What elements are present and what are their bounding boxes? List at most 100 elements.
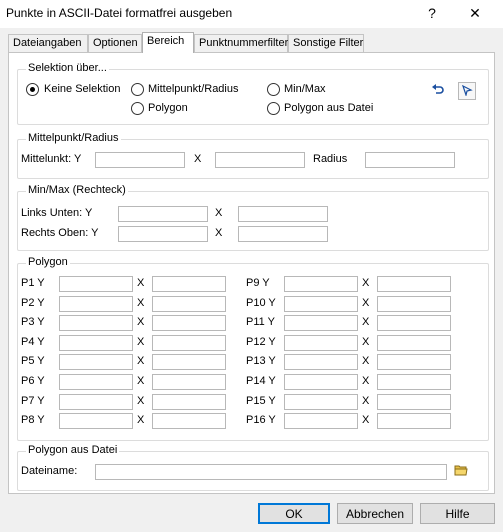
rechts-oben-label: Rechts Oben: Y (21, 227, 99, 239)
polygon-point-y-input[interactable] (59, 413, 133, 430)
polygon-point-x-input[interactable] (152, 374, 226, 390)
polygon-point-x-input[interactable] (377, 413, 451, 430)
polygon-point-x-label: X (362, 375, 370, 387)
polygon-point-label: P10 Y (246, 296, 276, 309)
label-mittelpunkt-radius: Mittelpunkt/Radius (148, 83, 239, 95)
tab-sonstige-filter[interactable]: Sonstige Filter (288, 34, 364, 52)
rechts-oben-x-label: X (215, 227, 223, 239)
polygon-point-y-input[interactable] (284, 374, 358, 390)
mittelpunkt-x-label: X (194, 153, 202, 165)
mittelpunkt-y-input[interactable] (95, 152, 185, 168)
tab-optionen[interactable]: Optionen (88, 34, 142, 52)
polygon-point-y-input[interactable] (59, 393, 133, 410)
title-bar: Punkte in ASCII-Datei formatfrei ausgebe… (0, 0, 503, 28)
polygon-point-x-input[interactable] (377, 354, 451, 371)
select-cursor-icon[interactable] (458, 82, 476, 100)
links-unten-label: Links Unten: Y (21, 207, 93, 219)
dateiname-label: Dateiname: (21, 465, 78, 477)
polygon-point-x-input[interactable] (152, 295, 226, 312)
polygon-datei-legend: Polygon aus Datei (26, 444, 120, 456)
links-unten-x-label: X (215, 207, 223, 219)
rechts-oben-y-input[interactable] (118, 226, 208, 242)
polygon-point-label: P2 Y (21, 296, 45, 309)
polygon-point-x-input[interactable] (152, 354, 226, 371)
group-polygon: Polygon P1 Y X P2 Y X P3 Y X P4 Y X P5 Y X P6 Y X P7… (17, 256, 489, 441)
polygon-point-x-input[interactable] (377, 315, 451, 332)
close-button[interactable]: ✕ (460, 2, 490, 24)
radio-polygon[interactable] (131, 102, 144, 115)
label-keine-selektion: Keine Selektion (44, 83, 121, 95)
polygon-point-x-label: X (137, 355, 145, 368)
radio-mittelpunkt-radius[interactable] (131, 83, 144, 96)
polygon-point-label: P9 Y (246, 277, 270, 289)
polygon-point-y-input[interactable] (284, 354, 358, 371)
polygon-point-x-input[interactable] (377, 393, 451, 410)
polygon-point-label: P16 Y (246, 414, 276, 427)
polygon-point-label: P5 Y (21, 355, 45, 368)
polygon-point-x-label: X (137, 414, 145, 427)
polygon-point-x-input[interactable] (152, 413, 226, 430)
polygon-point-x-input[interactable] (152, 315, 226, 332)
polygon-point-x-label: X (137, 296, 145, 309)
rechts-oben-x-input[interactable] (238, 226, 328, 242)
ok-button[interactable]: OK (258, 503, 330, 524)
polygon-point-y-input[interactable] (59, 374, 133, 390)
polygon-point-label: P14 Y (246, 375, 276, 387)
hilfe-button[interactable]: Hilfe (420, 503, 495, 524)
radio-min-max[interactable] (267, 83, 280, 96)
label-min-max: Min/Max (284, 83, 326, 95)
group-min-max: Min/Max (Rechteck) Links Unten: Y X Rech… (17, 184, 489, 251)
polygon-point-x-label: X (362, 355, 370, 368)
polygon-point-x-input[interactable] (152, 276, 226, 292)
mittelpunkt-y-label: Mittelunkt: Y (21, 153, 82, 165)
polygon-point-x-label: X (362, 296, 370, 309)
polygon-point-x-input[interactable] (377, 334, 451, 351)
polygon-point-label: P3 Y (21, 316, 45, 329)
undo-icon[interactable] (429, 82, 447, 100)
polygon-point-x-input[interactable] (152, 334, 226, 351)
window-title: Punkte in ASCII-Datei formatfrei ausgebe… (6, 6, 233, 20)
polygon-point-y-input[interactable] (59, 334, 133, 351)
polygon-point-label: P6 Y (21, 375, 45, 387)
radius-label: Radius (313, 153, 348, 165)
mittelpunkt-x-input[interactable] (215, 152, 305, 168)
polygon-point-y-input[interactable] (284, 295, 358, 312)
polygon-point-y-input[interactable] (284, 393, 358, 410)
polygon-point-y-input[interactable] (59, 276, 133, 292)
polygon-point-x-label: X (137, 277, 145, 289)
polygon-point-y-input[interactable] (59, 354, 133, 371)
polygon-point-x-label: X (362, 335, 370, 348)
polygon-legend: Polygon (26, 256, 70, 268)
polygon-point-label: P7 Y (21, 394, 45, 407)
radius-input[interactable] (365, 152, 455, 168)
radio-keine-selektion[interactable] (26, 83, 39, 96)
polygon-point-x-label: X (137, 394, 145, 407)
dateiname-input[interactable] (95, 464, 447, 480)
polygon-point-label: P12 Y (246, 335, 276, 348)
folder-icon[interactable] (452, 463, 470, 481)
polygon-point-y-input[interactable] (284, 334, 358, 351)
polygon-point-x-input[interactable] (152, 393, 226, 410)
radio-polygon-aus-datei[interactable] (267, 102, 280, 115)
polygon-point-y-input[interactable] (284, 315, 358, 332)
mittelpunkt-legend: Mittelpunkt/Radius (26, 132, 121, 144)
tab-panel-bereich: Selektion über... Keine Selektion Mittel… (8, 52, 495, 494)
tab-bereich[interactable]: Bereich (142, 32, 194, 53)
polygon-point-x-label: X (137, 316, 145, 329)
help-button[interactable]: ? (417, 2, 447, 24)
polygon-point-x-input[interactable] (377, 374, 451, 390)
tab-punktnummerfilter[interactable]: Punktnummerfilter (194, 34, 288, 52)
links-unten-x-input[interactable] (238, 206, 328, 222)
polygon-point-y-input[interactable] (284, 276, 358, 292)
polygon-point-y-input[interactable] (59, 315, 133, 332)
polygon-point-x-input[interactable] (377, 276, 451, 292)
polygon-point-x-input[interactable] (377, 295, 451, 312)
tab-dateiangaben[interactable]: Dateiangaben (8, 34, 88, 52)
label-polygon: Polygon (148, 102, 188, 114)
polygon-point-x-label: X (362, 394, 370, 407)
polygon-point-y-input[interactable] (59, 295, 133, 312)
links-unten-y-input[interactable] (118, 206, 208, 222)
polygon-point-label: P15 Y (246, 394, 276, 407)
abbrechen-button[interactable]: Abbrechen (337, 503, 413, 524)
polygon-point-y-input[interactable] (284, 413, 358, 430)
